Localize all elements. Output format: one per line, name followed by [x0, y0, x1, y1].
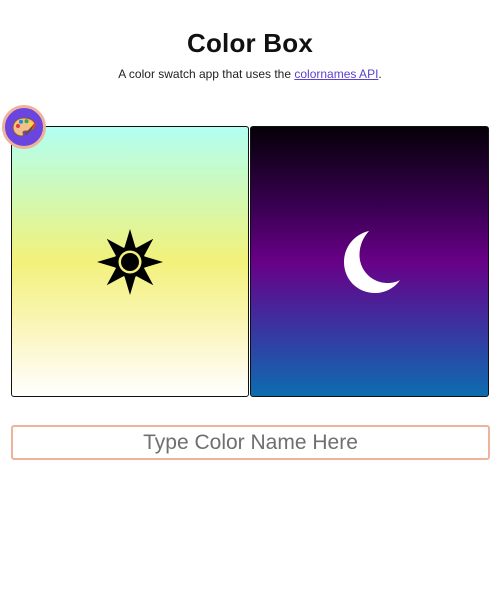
dark-swatch[interactable]	[250, 126, 489, 397]
subtitle-period: .	[378, 67, 382, 81]
page-subtitle: A color swatch app that uses the colorna…	[0, 67, 500, 81]
moon-icon	[343, 230, 400, 293]
color-name-input[interactable]	[11, 425, 490, 460]
light-swatch[interactable]	[11, 126, 249, 397]
page: Color Box A color swatch app that uses t…	[0, 0, 500, 600]
subtitle-text: A color swatch app that uses the	[118, 67, 295, 81]
palette-button[interactable]	[2, 105, 46, 149]
palette-icon	[12, 117, 36, 137]
sun-icon	[97, 228, 163, 295]
page-title: Color Box	[186, 28, 314, 58]
colornames-api-link[interactable]: colornames API	[294, 67, 378, 81]
